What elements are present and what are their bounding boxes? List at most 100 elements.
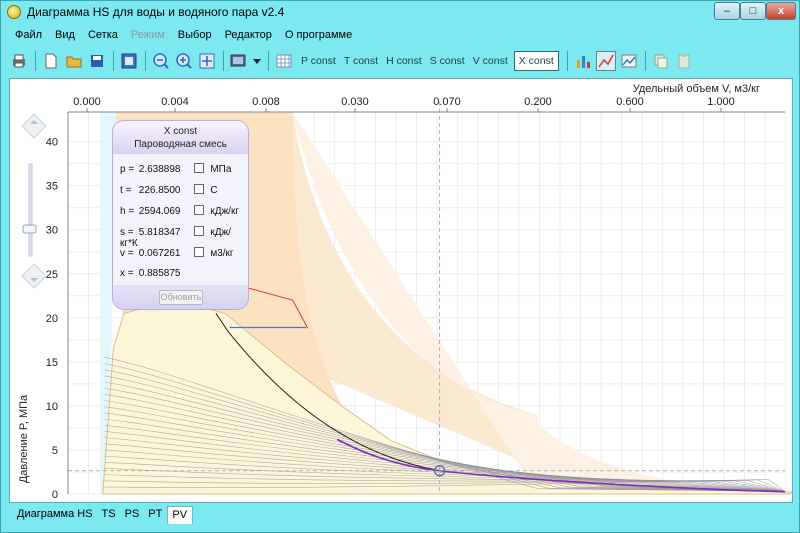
paste-icon[interactable] (674, 51, 694, 71)
copy-icon[interactable] (651, 51, 671, 71)
export-icon[interactable] (119, 51, 139, 71)
info-label: x = (120, 268, 134, 279)
pan-up-pad[interactable] (21, 113, 47, 139)
info-value: 2.638898 (138, 164, 181, 175)
new-file-icon[interactable] (41, 51, 61, 71)
info-panel-subtitle: Пароводяная смесь (134, 139, 227, 150)
x-tick-label: 1.000 (707, 96, 735, 108)
toolbar-separator (566, 51, 568, 71)
y-tick-label: 35 (46, 181, 58, 193)
diagram-tabs: Диаграмма HS TS PS PT PV (13, 506, 194, 524)
chart-bar-icon[interactable] (573, 51, 593, 71)
info-unit: МПа (210, 164, 232, 175)
info-row-entropy: s = 5.818347 кДж/кг*К (120, 226, 248, 249)
menu-bar: Файл Вид Сетка Режим Выбор Редактор О пр… (9, 25, 359, 45)
v-const-button[interactable]: V const (469, 51, 512, 71)
title-bar: Диаграмма HS для воды и водяного пара v2… (1, 1, 799, 23)
save-icon[interactable] (87, 51, 107, 71)
minimize-button[interactable]: – (714, 2, 740, 20)
menu-about[interactable]: О программе (279, 25, 359, 45)
info-unit: м3/кг (210, 248, 234, 259)
menu-grid[interactable]: Сетка (82, 25, 125, 45)
x-tick-label: 0.070 (433, 96, 461, 108)
grid-icon[interactable] (274, 51, 294, 71)
info-row-quality: x = 0.885875 (120, 268, 191, 282)
info-checkbox[interactable] (193, 163, 204, 173)
toolbar-separator (113, 51, 114, 71)
zoom-slider-thumb[interactable] (22, 224, 37, 234)
zoom-control (10, 79, 47, 319)
maximize-button[interactable]: □ (740, 2, 766, 20)
tab-ps[interactable]: PS (121, 506, 145, 524)
menu-editor[interactable]: Редактор (219, 25, 279, 45)
info-label: v = (120, 248, 134, 259)
pv-diagram-panel[interactable]: 0 5 10 15 20 25 30 35 40 0.000 0.004 0.008 0.030 0.07… (9, 78, 793, 503)
zoom-out-icon[interactable] (151, 51, 171, 71)
info-checkbox[interactable] (193, 226, 204, 236)
t-const-button[interactable]: T const (340, 51, 382, 71)
x-tick-label: 0.000 (73, 96, 101, 108)
info-row-pressure: p = 2.638898 МПа (120, 163, 231, 177)
display-settings-icon[interactable] (229, 51, 249, 71)
zoom-fit-icon[interactable] (197, 51, 217, 71)
menu-view[interactable]: Вид (49, 25, 82, 45)
info-row-volume: v = 0.067261 м3/кг (120, 247, 234, 261)
toolbar: P const T const H const S const V const … (9, 48, 793, 74)
menu-file[interactable]: Файл (9, 25, 49, 45)
toolbar-separator (145, 51, 146, 71)
pan-down-pad[interactable] (21, 263, 47, 289)
x-tick-label: 0.004 (161, 96, 189, 108)
tab-pv[interactable]: PV (167, 506, 194, 524)
tab-pt[interactable]: PT (144, 506, 167, 524)
x-tick-label: 0.600 (616, 96, 644, 108)
info-value: 226.8500 (138, 185, 181, 196)
open-folder-icon[interactable] (64, 51, 84, 71)
print-icon[interactable] (9, 51, 29, 71)
menu-mode[interactable]: Режим (125, 25, 172, 45)
info-value: 0.885875 (138, 268, 181, 279)
y-tick-label: 40 (46, 137, 58, 149)
tab-hs-diagram[interactable]: Диаграмма HS (13, 506, 98, 524)
info-panel-header: X const Пароводяная смесь (113, 121, 248, 154)
h-const-button[interactable]: H const (382, 51, 426, 71)
chevron-down-icon[interactable] (252, 51, 262, 71)
y-tick-label: 5 (52, 445, 58, 457)
refresh-button[interactable]: Обновить (159, 290, 203, 305)
y-tick-label: 15 (46, 357, 58, 369)
y-tick-label: 20 (46, 313, 58, 325)
info-checkbox[interactable] (193, 184, 204, 194)
y-tick-label: 30 (46, 225, 58, 237)
y-tick-label: 0 (52, 489, 58, 501)
info-value: 5.818347 (138, 227, 181, 238)
x-axis-title: Удельный объем V, м3/кг (633, 83, 760, 95)
menu-select[interactable]: Выбор (172, 25, 219, 45)
info-checkbox[interactable] (193, 247, 204, 257)
tab-ts[interactable]: TS (98, 506, 121, 524)
close-button[interactable]: x (766, 2, 796, 20)
info-checkbox[interactable] (193, 205, 204, 215)
chart-edit-icon[interactable] (619, 51, 639, 71)
app-icon (7, 5, 21, 19)
zoom-slider-track[interactable] (28, 163, 33, 257)
s-const-button[interactable]: S const (426, 51, 469, 71)
toolbar-separator (223, 51, 224, 71)
x-tick-label: 0.008 (252, 96, 280, 108)
info-panel-title: X const (163, 126, 198, 137)
window-title: Диаграмма HS для воды и водяного пара v2… (27, 5, 285, 19)
y-tick-label: 25 (46, 269, 58, 281)
info-label: p = (120, 164, 135, 175)
chart-line-icon[interactable] (595, 51, 616, 71)
toolbar-separator (35, 51, 36, 71)
zoom-in-icon[interactable] (174, 51, 194, 71)
toolbar-separator (268, 51, 269, 71)
x-const-button[interactable]: X const (513, 51, 559, 71)
info-unit: кДж/кг (210, 206, 239, 217)
info-label: h = (120, 206, 135, 217)
p-const-button[interactable]: P const (297, 51, 340, 71)
app-window: Диаграмма HS для воды и водяного пара v2… (0, 0, 800, 533)
info-row-enthalpy: h = 2594.069 кДж/кг (120, 205, 239, 219)
y-axis-title: Давление P, МПа (18, 394, 30, 483)
toolbar-separator (644, 51, 646, 71)
info-value: 0.067261 (138, 248, 181, 259)
x-tick-label: 0.030 (341, 96, 369, 108)
